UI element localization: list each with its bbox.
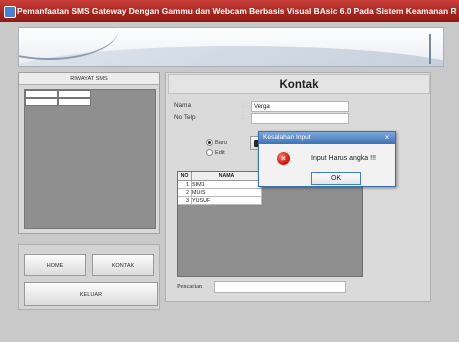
table-cell-nama[interactable]: YUSUF	[192, 197, 262, 205]
header-banner	[18, 27, 444, 67]
table-header-nama: NAMA	[192, 172, 262, 181]
table-header-no: NO	[178, 172, 192, 181]
window-titlebar: Pemanfaatan SMS Gateway Dengan Gammu dan…	[0, 0, 459, 22]
grid-cell[interactable]	[58, 98, 91, 106]
grid-cell[interactable]	[25, 90, 58, 98]
kontak-button[interactable]: KONTAK	[92, 254, 154, 276]
dialog-title: Kesalahan Input	[259, 132, 395, 144]
search-label: Pencarian	[177, 283, 203, 290]
home-button[interactable]: HOME	[24, 254, 86, 276]
telp-label: No Telp	[174, 114, 196, 121]
telp-colon: :	[242, 114, 244, 121]
grid-cell[interactable]	[58, 90, 91, 98]
app-icon	[4, 6, 16, 18]
nama-label: Nama	[174, 102, 192, 109]
ok-button[interactable]: OK	[311, 172, 361, 185]
radio-edit-label: Edit	[215, 149, 225, 156]
close-icon[interactable]: ×	[382, 132, 392, 144]
radio-dot	[206, 149, 213, 156]
error-dialog: Kesalahan Input × × Input Harus angka !!…	[258, 131, 396, 187]
radio-edit[interactable]: Edit	[206, 149, 225, 156]
riwayat-sms-header: RIWAYAT SMS	[19, 73, 159, 85]
error-icon: ×	[277, 152, 290, 165]
window-title: Pemanfaatan SMS Gateway Dengan Gammu dan…	[17, 6, 457, 16]
table-cell-nama[interactable]: SIM1	[192, 181, 262, 189]
dialog-message: Input Harus angka !!!	[311, 155, 376, 162]
kontak-title: Kontak	[168, 74, 430, 94]
table-cell-no[interactable]: 2	[178, 189, 192, 197]
table-cell-no[interactable]: 3	[178, 197, 192, 205]
keluar-button[interactable]: KELUAR	[24, 282, 158, 306]
search-input[interactable]	[214, 281, 346, 293]
nama-colon: :	[242, 102, 244, 109]
telp-input[interactable]	[251, 113, 349, 124]
radio-baru-label: Baru	[215, 139, 227, 146]
riwayat-sms-grid[interactable]	[24, 89, 156, 229]
riwayat-sms-panel: RIWAYAT SMS	[18, 72, 160, 234]
table-cell-nama[interactable]: MUIS	[192, 189, 262, 197]
radio-baru[interactable]: Baru	[206, 139, 227, 146]
radio-dot-selected	[206, 139, 213, 146]
nama-input[interactable]: Verga	[251, 101, 349, 112]
grid-cell[interactable]	[25, 98, 58, 106]
table-cell-no[interactable]: 1	[178, 181, 192, 189]
